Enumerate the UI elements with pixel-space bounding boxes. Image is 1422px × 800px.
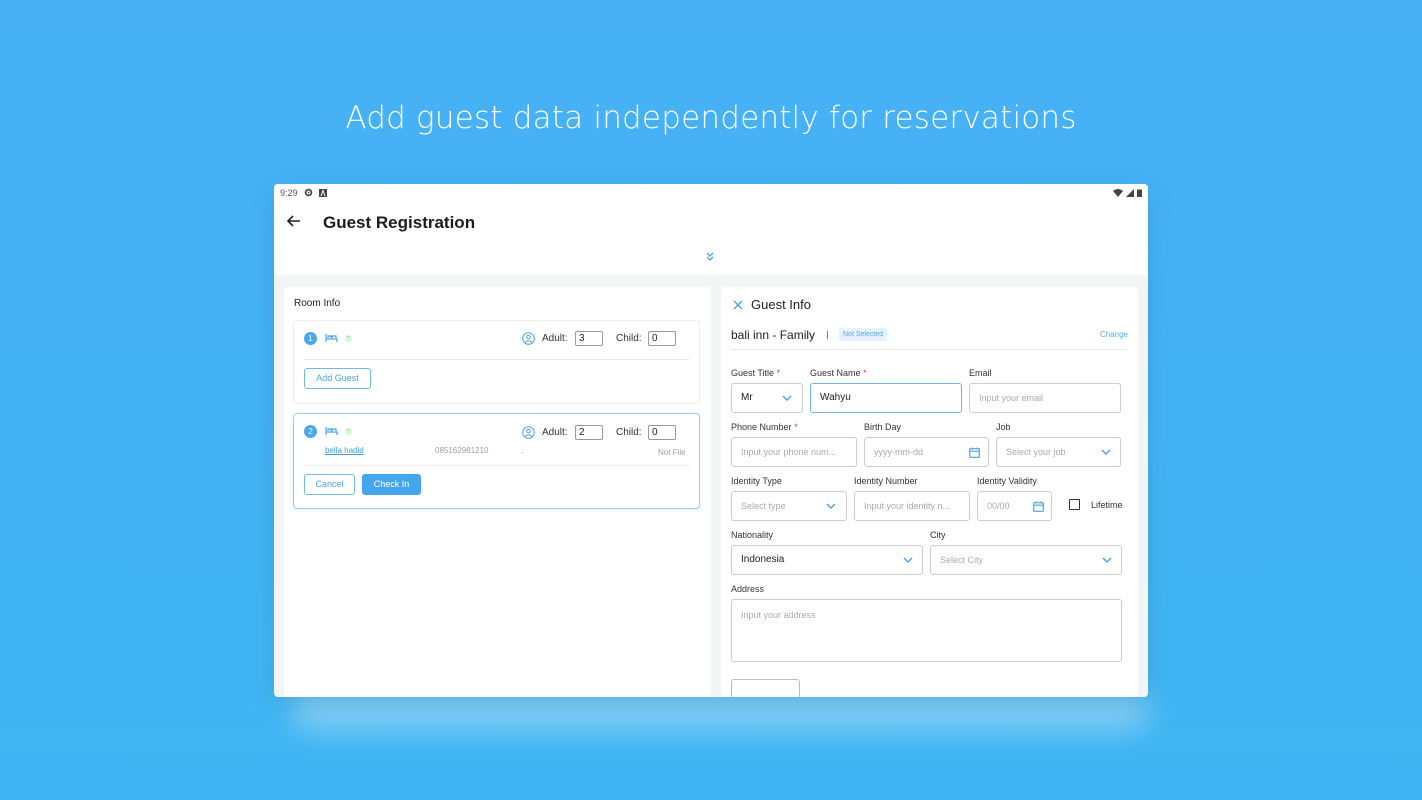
guest-title-select[interactable]: Mr [731, 383, 803, 413]
card-divider [304, 359, 689, 360]
nationality-value: Indonesia [741, 554, 785, 565]
settings-icon [304, 188, 312, 197]
page-title: Guest Registration [323, 213, 476, 232]
signal-icon [1126, 188, 1134, 197]
guest-info-panel: Guest Info bali inn - Family Not Selecte… [721, 287, 1138, 697]
room-status-dot: - [345, 427, 352, 435]
main-content: Room Info 1 - Adult: 3 Child: 0 Add Gues… [274, 275, 1148, 697]
room-card-1[interactable]: 1 - Adult: 3 Child: 0 Add Guest [294, 321, 699, 403]
guest-name-label-text: Guest Name [810, 368, 861, 378]
status-bar: 9:29 [274, 184, 1148, 201]
wifi-icon [1113, 188, 1123, 197]
child-count-input[interactable]: 0 [648, 331, 676, 346]
card-divider [304, 465, 689, 466]
room-number-badge: 2 [304, 425, 317, 438]
person-circle-icon [522, 332, 535, 345]
room-card-2[interactable]: 2 - Adult: 2 Child: 0 bella hadid 085162… [294, 414, 699, 508]
required-marker: * [776, 368, 781, 378]
identity-validity-label: Identity Validity [977, 476, 1037, 486]
child-label: Child: [616, 333, 642, 344]
notification-a-icon [318, 188, 327, 197]
room-info-title: Room Info [294, 298, 341, 309]
marketing-headline: Add guest data independently for reserva… [345, 100, 1077, 136]
app-bar: Guest Registration [274, 201, 1148, 275]
header-divider [731, 349, 1128, 350]
adult-count-input[interactable]: 3 [575, 331, 603, 346]
lifetime-label: Lifetime [1091, 500, 1123, 510]
guest-name-link[interactable]: bella hadid [325, 446, 364, 455]
status-time: 9:29 [280, 187, 298, 198]
room-status-dot: - [345, 334, 352, 342]
city-label: City [930, 530, 946, 540]
guest-title-label: Guest Title * [731, 368, 780, 378]
room-info-panel: Room Info 1 - Adult: 3 Child: 0 Add Gues… [284, 287, 711, 697]
chevron-down-icon [903, 557, 913, 563]
battery-icon [1137, 189, 1142, 197]
adult-label: Adult: [542, 427, 568, 438]
calendar-icon[interactable] [969, 447, 980, 458]
adult-count-input[interactable]: 2 [575, 425, 603, 440]
back-arrow-icon[interactable] [286, 213, 302, 229]
close-icon[interactable] [733, 300, 743, 310]
chevron-down-icon [782, 395, 792, 401]
child-label: Child: [616, 427, 642, 438]
guest-name-label: Guest Name * [810, 368, 867, 378]
check-in-button[interactable]: Check In [362, 474, 421, 495]
phone-input[interactable]: Input your phone num... [731, 437, 857, 467]
birthday-label: Birth Day [864, 422, 902, 432]
guest-name-input[interactable]: Wahyu [810, 383, 962, 413]
chevron-down-icon [826, 503, 836, 509]
chevron-double-down-icon[interactable] [704, 251, 716, 263]
city-select[interactable]: Select City [930, 545, 1122, 575]
add-guest-button[interactable]: Add Guest [304, 368, 371, 389]
form-action-button[interactable] [731, 679, 800, 697]
job-label: Job [996, 422, 1011, 432]
guest-name-value: Wahyu [820, 392, 851, 403]
calendar-icon[interactable] [1033, 501, 1044, 512]
separator [827, 331, 828, 339]
guest-info-title: Guest Info [751, 297, 811, 312]
status-badge: Not Selected [839, 328, 888, 341]
identity-type-label: Identity Type [731, 476, 782, 486]
lifetime-checkbox[interactable] [1069, 499, 1080, 510]
chevron-down-icon [1102, 557, 1112, 563]
bed-icon [325, 427, 338, 435]
phone-label-text: Phone Number [731, 422, 792, 432]
child-count-input[interactable]: 0 [648, 425, 676, 440]
identity-number-input[interactable]: Input your identity n... [854, 491, 970, 521]
guest-id: - [521, 448, 524, 457]
guest-phone: 085162981210 [435, 446, 489, 455]
required-marker: * [863, 368, 867, 378]
tablet-screen: 9:29 Guest Registration Room Info 1 - Ad… [274, 184, 1148, 697]
guest-file-status: Not File [658, 448, 686, 457]
chevron-down-icon [1101, 449, 1111, 455]
selected-room-name: bali inn - Family [731, 328, 816, 342]
identity-number-label: Identity Number [854, 476, 918, 486]
email-input[interactable]: Input your email [969, 383, 1121, 413]
person-circle-icon [522, 426, 535, 439]
email-label: Email [969, 368, 992, 378]
phone-label: Phone Number * [731, 422, 798, 432]
nationality-select[interactable]: Indonesia [731, 545, 923, 575]
nationality-label: Nationality [731, 530, 774, 540]
guest-title-value: Mr [741, 392, 753, 403]
address-textarea[interactable]: Input your address [731, 599, 1122, 662]
change-link[interactable]: Change [1100, 330, 1128, 339]
cancel-button[interactable]: Cancel [304, 474, 355, 495]
address-label: Address [731, 584, 765, 594]
bed-icon [325, 334, 338, 342]
guest-title-label-text: Guest Title [731, 368, 775, 378]
room-number-badge: 1 [304, 332, 317, 345]
adult-label: Adult: [542, 333, 568, 344]
required-marker: * [794, 422, 798, 432]
